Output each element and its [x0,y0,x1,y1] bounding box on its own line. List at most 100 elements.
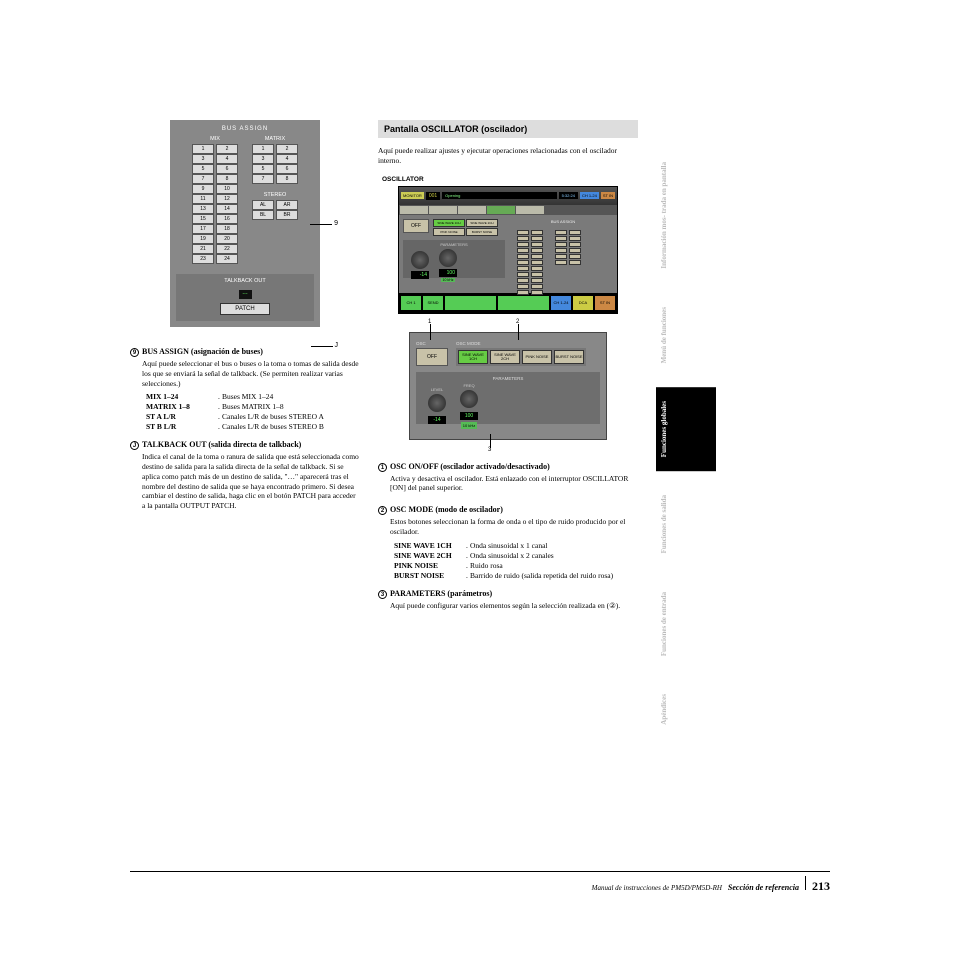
top-tab-stin[interactable]: ST IN [601,192,615,199]
bus-mini-btn[interactable] [517,278,529,283]
bus-mini-btn[interactable] [531,230,543,235]
osc-off-btn-mini[interactable]: OFF [403,219,429,233]
monitor-tab[interactable]: MONITOR [401,192,424,199]
bus-button[interactable]: AL [252,200,274,210]
bus-button[interactable]: 18 [216,224,238,234]
screen-tab[interactable]: SEND [423,296,443,310]
bus-button[interactable]: 1 [252,144,274,154]
bus-mini-btn[interactable] [517,254,529,259]
bus-mini-btn[interactable] [555,230,567,235]
sidebar-tab[interactable]: Información mos- trada en pantalla [656,148,716,283]
menu-btn[interactable] [516,206,544,214]
bus-mini-btn[interactable] [531,236,543,241]
bus-button[interactable]: 21 [192,244,214,254]
mode-button[interactable]: BURST NOISE [554,350,584,364]
bus-button[interactable]: 10 [216,184,238,194]
level-knob[interactable] [428,394,446,412]
bus-button[interactable]: BR [276,210,298,220]
bus-mini-btn[interactable] [569,248,581,253]
bus-button[interactable]: 6 [216,164,238,174]
bus-mini-btn[interactable] [569,260,581,265]
bus-button[interactable]: 15 [192,214,214,224]
bus-mini-btn[interactable] [569,230,581,235]
mode-button[interactable]: SINE WAVE 2CH [490,350,520,364]
mode-button[interactable]: PINK NOISE [522,350,552,364]
bus-mini-btn[interactable] [517,290,529,295]
bus-mini-btn[interactable] [531,254,543,259]
bus-button[interactable]: 24 [216,254,238,264]
bus-mini-btn[interactable] [569,242,581,247]
bus-button[interactable]: 14 [216,204,238,214]
bus-button[interactable]: 22 [216,244,238,254]
bus-button[interactable]: BL [252,210,274,220]
bus-button[interactable]: 20 [216,234,238,244]
bus-mini-btn[interactable] [517,284,529,289]
bus-mini-btn[interactable] [517,260,529,265]
mode-button-mini[interactable]: SINE WAVE 2CH [466,219,498,227]
sidebar-tab[interactable]: Funciones de salida [656,481,716,567]
screen-tab[interactable]: ST IN [595,296,615,310]
bus-button[interactable]: 3 [192,154,214,164]
bus-mini-btn[interactable] [531,266,543,271]
bus-button[interactable]: 16 [216,214,238,224]
bus-button[interactable]: 3 [252,154,274,164]
bus-button[interactable]: 5 [192,164,214,174]
bus-mini-btn[interactable] [555,248,567,253]
freq-knob[interactable] [460,390,478,408]
screen-tab[interactable]: DCA [573,296,593,310]
hz-btn-mini[interactable]: 10 kHz [441,278,456,282]
screen-tab[interactable]: CH 1 [401,296,421,310]
hz-button[interactable]: 10 kHz [461,422,477,429]
bus-mini-btn[interactable] [517,230,529,235]
bus-mini-btn[interactable] [517,242,529,247]
bus-button[interactable]: 8 [216,174,238,184]
bus-mini-btn[interactable] [555,236,567,241]
bus-button[interactable]: 2 [276,144,298,154]
mode-button-mini[interactable]: BURST NOISE [466,228,498,236]
bus-button[interactable]: 6 [276,164,298,174]
bus-button[interactable]: 17 [192,224,214,234]
bus-button[interactable]: 23 [192,254,214,264]
bus-button[interactable]: 13 [192,204,214,214]
bus-mini-btn[interactable] [555,254,567,259]
bus-button[interactable]: 2 [216,144,238,154]
bus-button[interactable]: 9 [192,184,214,194]
screen-tab[interactable]: CH 1-24 [551,296,571,310]
bus-button[interactable]: 19 [192,234,214,244]
top-tab-ch[interactable]: CH 1-24 [580,192,599,199]
bus-mini-btn[interactable] [531,260,543,265]
bus-mini-btn[interactable] [517,236,529,241]
freq-knob-mini[interactable] [439,249,457,267]
bus-mini-btn[interactable] [517,266,529,271]
bus-button[interactable]: 4 [216,154,238,164]
sidebar-tab[interactable]: Funciones globales [656,387,716,471]
bus-mini-btn[interactable] [569,254,581,259]
patch-button[interactable]: PATCH [220,303,269,315]
bus-button[interactable]: AR [276,200,298,210]
bus-mini-btn[interactable] [555,260,567,265]
bus-mini-btn[interactable] [555,242,567,247]
bus-mini-btn[interactable] [531,248,543,253]
menu-btn[interactable] [429,206,457,214]
menu-btn-active[interactable] [487,206,515,214]
screen-tab[interactable] [498,296,549,310]
bus-mini-btn[interactable] [517,248,529,253]
mode-button-mini[interactable]: PINK NOISE [433,228,465,236]
bus-mini-btn[interactable] [517,272,529,277]
bus-button[interactable]: 8 [276,174,298,184]
bus-mini-btn[interactable] [531,290,543,295]
bus-mini-btn[interactable] [531,242,543,247]
menu-btn[interactable] [458,206,486,214]
bus-mini-btn[interactable] [531,272,543,277]
sidebar-tab[interactable]: Funciones de entrada [656,578,716,670]
sidebar-tab[interactable]: Apéndices [656,680,716,739]
bus-button[interactable]: 7 [192,174,214,184]
bus-button[interactable]: 12 [216,194,238,204]
sidebar-tab[interactable]: Menú de funciones [656,293,716,377]
bus-mini-btn[interactable] [531,284,543,289]
bus-mini-btn[interactable] [569,236,581,241]
osc-off-button[interactable]: OFF [416,348,448,366]
bus-button[interactable]: 1 [192,144,214,154]
menu-btn[interactable] [400,206,428,214]
mode-button[interactable]: SINE WAVE 1CH [458,350,488,364]
